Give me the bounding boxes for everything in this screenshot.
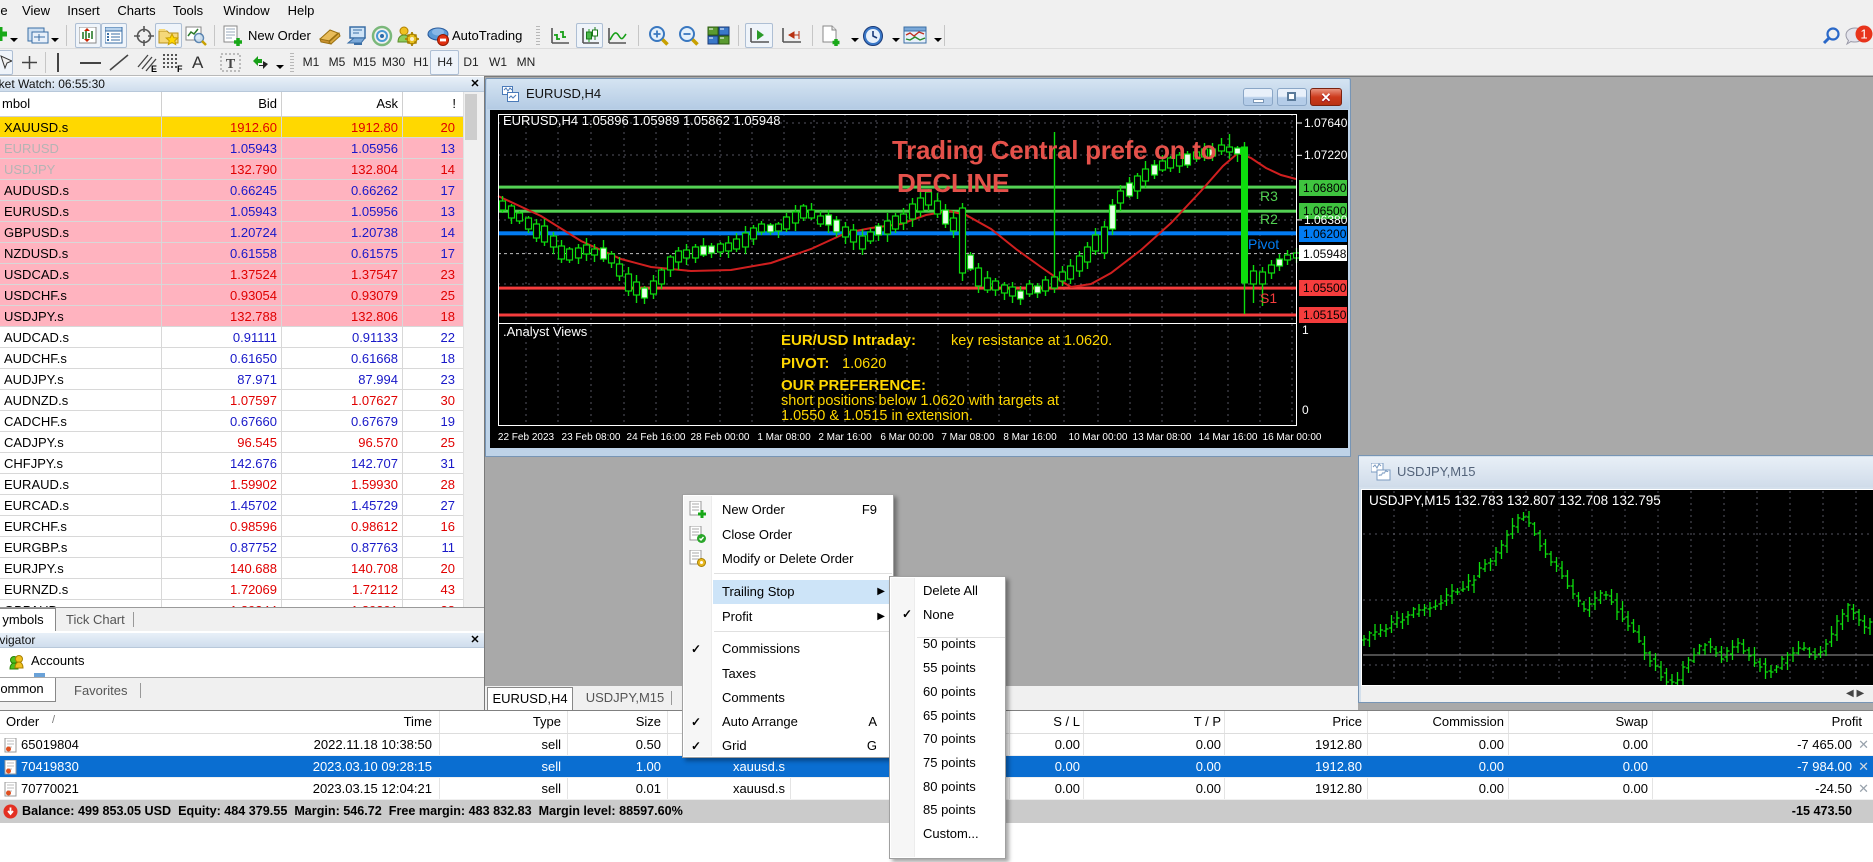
svg-text:1.0620: 1.0620 <box>842 356 886 372</box>
svg-text:1.06800: 1.06800 <box>1303 181 1347 195</box>
svg-text:13 Mar 08:00: 13 Mar 08:00 <box>1133 432 1192 443</box>
svg-text:0: 0 <box>1302 403 1309 417</box>
svg-text:1: 1 <box>1860 27 1867 42</box>
svg-text:R3: R3 <box>1260 188 1278 204</box>
svg-text:8 Mar 16:00: 8 Mar 16:00 <box>1003 432 1057 443</box>
svg-text:Trading Central prefe on to: Trading Central prefe on to <box>892 135 1216 165</box>
svg-text:key resistance at 1.0620.: key resistance at 1.0620. <box>951 333 1112 349</box>
svg-text:EUR/USD Intraday:: EUR/USD Intraday: <box>781 332 916 349</box>
svg-text:1.05948: 1.05948 <box>1303 247 1347 261</box>
svg-text:Pivot: Pivot <box>1248 236 1279 252</box>
svg-text:1.06380: 1.06380 <box>1304 213 1348 227</box>
svg-text:1 Mar 08:00: 1 Mar 08:00 <box>757 432 811 443</box>
svg-text:S1: S1 <box>1260 290 1277 306</box>
svg-text:6 Mar 00:00: 6 Mar 00:00 <box>880 432 934 443</box>
svg-text:OUR PREFERENCE:: OUR PREFERENCE: <box>781 377 926 394</box>
svg-text:E: E <box>151 64 157 73</box>
svg-text:DECLINE: DECLINE <box>897 168 1009 198</box>
svg-text:EURUSD,H4 1.05896 1.05989 1.0: EURUSD,H4 1.05896 1.05989 1.05862 1.0594… <box>503 113 781 128</box>
svg-text:F: F <box>177 64 183 73</box>
svg-text:22 Feb 2023: 22 Feb 2023 <box>498 432 555 443</box>
svg-text:28 Feb 00:00: 28 Feb 00:00 <box>691 432 750 443</box>
svg-text:1.07640: 1.07640 <box>1304 116 1348 130</box>
svg-text:23 Feb 08:00: 23 Feb 08:00 <box>562 432 621 443</box>
svg-text:1.05500: 1.05500 <box>1303 281 1347 295</box>
svg-text:T: T <box>226 57 236 72</box>
svg-text:1.07220: 1.07220 <box>1304 148 1348 162</box>
svg-text:.Analyst Views: .Analyst Views <box>503 324 588 339</box>
svg-text:PIVOT:: PIVOT: <box>781 355 829 372</box>
svg-text:7 Mar 08:00: 7 Mar 08:00 <box>941 432 995 443</box>
svg-text:1.0550 & 1.0515 in extension.: 1.0550 & 1.0515 in extension. <box>781 408 973 424</box>
svg-text:2 Mar 16:00: 2 Mar 16:00 <box>818 432 872 443</box>
svg-text:16 Mar 00:00: 16 Mar 00:00 <box>1263 432 1322 443</box>
svg-text:14 Mar 16:00: 14 Mar 16:00 <box>1199 432 1258 443</box>
svg-text:1.05150: 1.05150 <box>1303 308 1347 322</box>
svg-text:short positions below 1.0620 w: short positions below 1.0620 with target… <box>781 393 1059 409</box>
svg-text:1: 1 <box>1302 323 1309 337</box>
svg-text:10 Mar 00:00: 10 Mar 00:00 <box>1069 432 1128 443</box>
svg-text:24 Feb 16:00: 24 Feb 16:00 <box>627 432 686 443</box>
svg-text:1.06200: 1.06200 <box>1303 227 1347 241</box>
svg-text:R2: R2 <box>1260 211 1278 227</box>
svg-text:USDJPY,M15 132.783 132.807 13: USDJPY,M15 132.783 132.807 132.708 132.7… <box>1369 493 1661 508</box>
